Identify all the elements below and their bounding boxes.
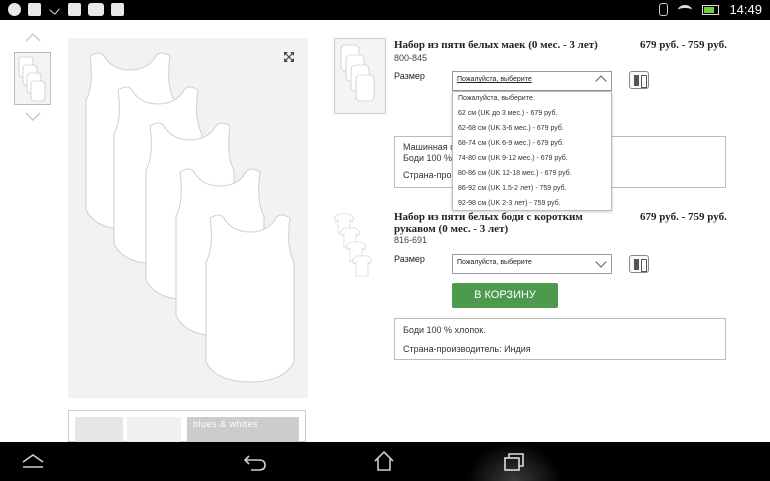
wifi-icon xyxy=(678,4,693,15)
clock: 14:49 xyxy=(729,2,762,17)
thumbnail-selected[interactable] xyxy=(14,52,51,105)
product2-info-country: Страна-производитель: Индия xyxy=(403,344,531,354)
home-icon[interactable] xyxy=(373,450,395,472)
dropdown-option[interactable]: 74-80 см (UK 9-12 мес.) - 679 руб. xyxy=(453,152,611,167)
dropdown-option[interactable]: Пожалуйста, выберите xyxy=(453,92,611,107)
check-icon xyxy=(49,4,60,15)
size-guide-icon[interactable] xyxy=(629,255,649,273)
product1-thumbnail[interactable] xyxy=(334,38,386,114)
chevron-up-icon xyxy=(595,75,607,87)
product1-select-value: Пожалуйста, выберите xyxy=(457,76,532,83)
back-icon[interactable] xyxy=(243,452,267,472)
thumb-scroll-down-icon[interactable] xyxy=(25,112,41,122)
product2-size-select[interactable]: Пожалуйста, выберите xyxy=(452,254,612,274)
product1-info-care: Машинная ст xyxy=(403,142,459,152)
product2-price: 679 руб. - 759 руб. xyxy=(640,211,727,223)
android-nav-bar xyxy=(0,442,770,481)
product2-title[interactable]: Набор из пяти белых боди с коротким рука… xyxy=(394,211,624,235)
product1-size-label: Размер xyxy=(394,71,425,81)
chrome-icon xyxy=(8,3,21,16)
product-main-image[interactable] xyxy=(68,38,308,398)
hide-keyboard-icon[interactable] xyxy=(21,453,45,469)
dropdown-option[interactable]: 92-98 см (UK 2-3 лет) - 759 руб. xyxy=(453,197,611,212)
product1-info-material: Боди 100 % х xyxy=(403,153,460,163)
product1-price: 679 руб. - 759 руб. xyxy=(640,39,727,51)
product1-title[interactable]: Набор из пяти белых маек (0 мес. - 3 лет… xyxy=(394,39,598,51)
product2-select-value: Пожалуйста, выберите xyxy=(457,259,532,266)
dropdown-option[interactable]: 86-92 см (UK 1.5-2 лет) - 759 руб. xyxy=(453,182,611,197)
fullscreen-icon[interactable] xyxy=(284,52,294,62)
product2-info-box: Боди 100 % хлопок. Страна-производитель:… xyxy=(394,318,726,360)
thumb-scroll-up-icon[interactable] xyxy=(25,32,41,42)
carousel-image[interactable] xyxy=(75,417,123,443)
notification-icons xyxy=(8,3,124,16)
image-icon xyxy=(68,3,81,16)
product1-size-dropdown[interactable]: Пожалуйста, выберите 62 см (UK до 3 мес.… xyxy=(452,91,612,211)
dropdown-option[interactable]: 62-68 см (UK 3-6 мес.) - 679 руб. xyxy=(453,122,611,137)
product1-size-select[interactable]: Пожалуйста, выберите xyxy=(452,71,612,91)
chevron-down-icon xyxy=(595,256,607,268)
image-carousel-strip[interactable]: blues & whites xyxy=(68,410,306,443)
product2-code: 816-691 xyxy=(394,235,428,245)
doc-icon xyxy=(28,3,41,16)
add-to-cart-button[interactable]: В КОРЗИНУ xyxy=(452,283,558,308)
status-bar: 14:49 xyxy=(0,0,770,20)
battery-icon xyxy=(702,4,720,15)
dropdown-option[interactable]: 62 см (UK до 3 мес.) - 679 руб. xyxy=(453,107,611,122)
size-guide-icon[interactable] xyxy=(629,71,649,89)
product1-code: 800-845 xyxy=(394,53,428,63)
recent-apps-icon[interactable] xyxy=(503,452,525,472)
product2-size-label: Размер xyxy=(394,254,425,264)
carousel-banner[interactable]: blues & whites xyxy=(187,417,299,443)
dropdown-option[interactable]: 68-74 см (UK 6-9 мес.) - 679 руб. xyxy=(453,137,611,152)
product2-info-material: Боди 100 % хлопок. xyxy=(403,325,486,335)
bag-icon xyxy=(111,3,124,16)
youtube-icon xyxy=(88,3,104,16)
carousel-image[interactable] xyxy=(127,417,181,443)
carousel-banner-text: blues & whites xyxy=(193,419,259,429)
bluetooth-icon xyxy=(659,3,669,16)
dropdown-option[interactable]: 80-86 см (UK 12-18 мес.) - 679 руб. xyxy=(453,167,611,182)
product2-thumbnail[interactable] xyxy=(334,208,386,288)
